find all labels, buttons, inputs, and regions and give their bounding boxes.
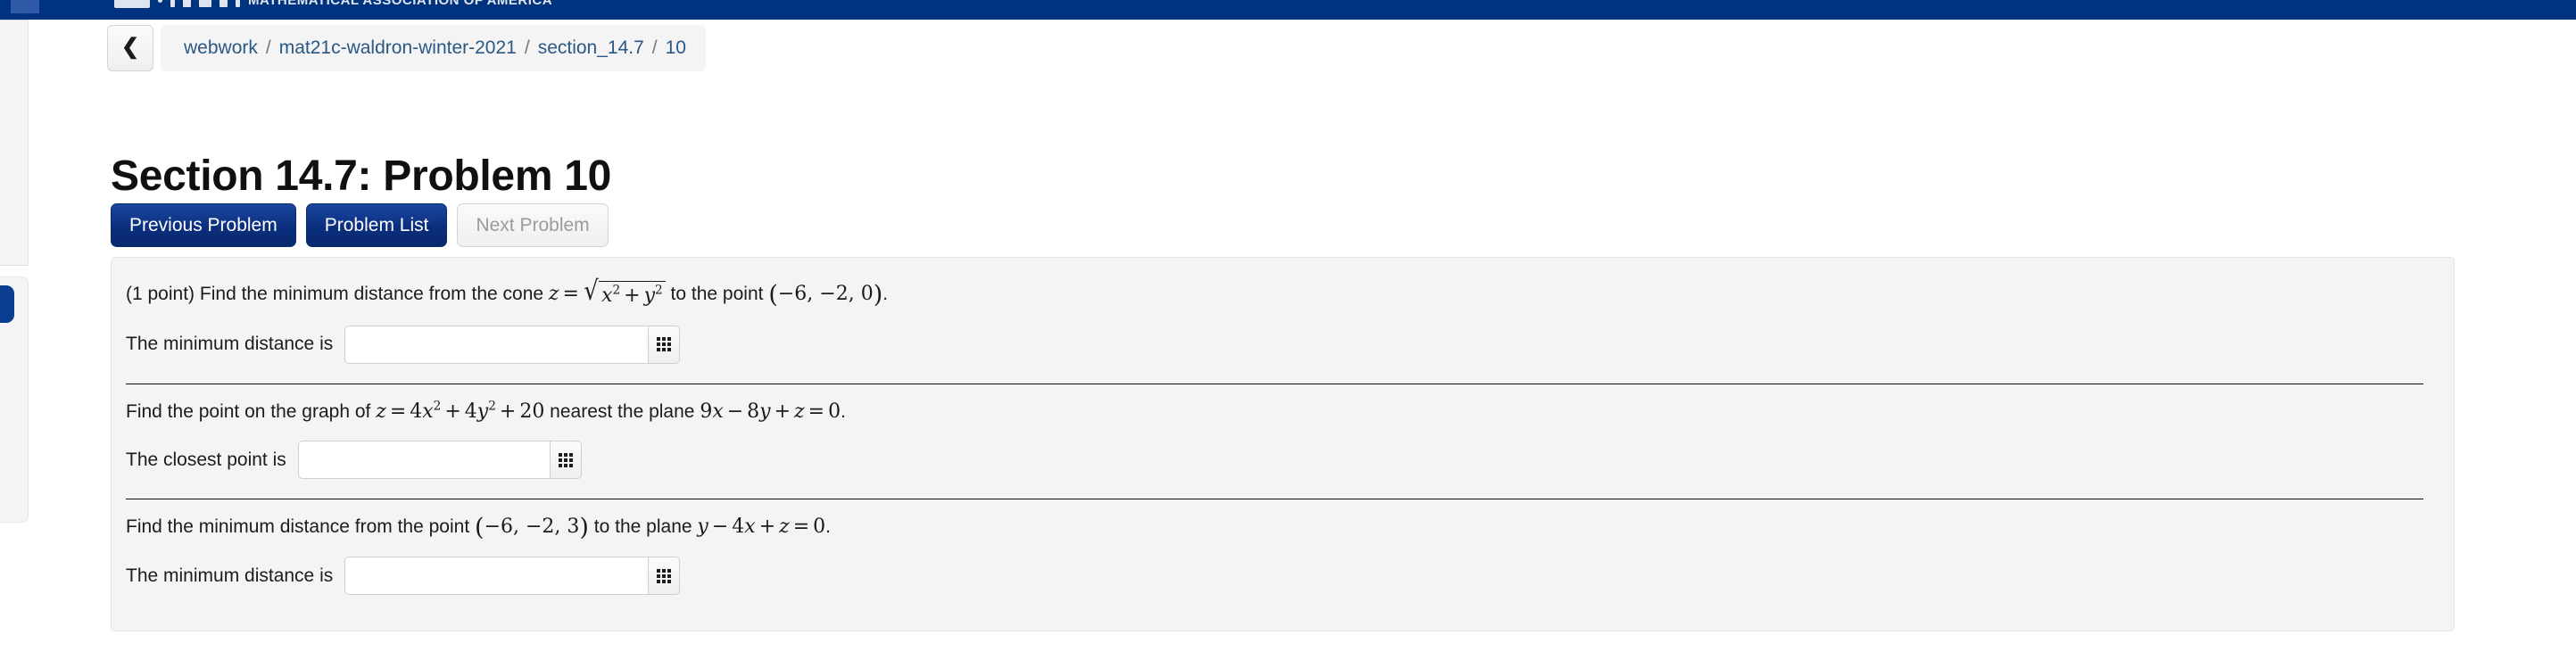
problem-trailing-2: . [841, 400, 846, 422]
breadcrumb-trail: webwork / mat21c-waldron-winter-2021 / s… [161, 25, 706, 71]
keypad-grid-icon [657, 568, 672, 583]
logo-bar-icon [170, 0, 175, 7]
breadcrumb: ❮ webwork / mat21c-waldron-winter-2021 /… [107, 25, 706, 71]
answer-row-3: The minimum distance is [124, 540, 2439, 596]
page-title: Section 14.7: Problem 10 [111, 153, 612, 201]
answer-label-2: The closest point is [126, 449, 286, 470]
problem-card: (1 point) Find the minimum distance from… [111, 257, 2455, 631]
answer-input-group-1 [344, 325, 681, 364]
math-plane-equation-3: y −4x + z = 0 [697, 516, 826, 539]
keypad-button-3[interactable] [648, 557, 681, 596]
answer-label-1: The minimum distance is [126, 334, 334, 355]
logo-bar-icon [199, 0, 211, 7]
logo-bar-icon [236, 0, 240, 7]
problem-text-before-3: Find the minimum distance from the point [126, 516, 470, 538]
chevron-left-icon: ❮ [120, 35, 140, 59]
keypad-button-2[interactable] [549, 441, 582, 480]
answer-row-1: The minimum distance is [124, 309, 2439, 364]
breadcrumb-separator: / [651, 37, 658, 58]
math-target-point-3: (−6, −2, 3) [475, 514, 589, 542]
breadcrumb-item-problem: 10 [665, 37, 686, 58]
breadcrumb-item-course[interactable]: mat21c-waldron-winter-2021 [279, 37, 517, 59]
breadcrumb-item-section[interactable]: section_14.7 [538, 37, 644, 59]
keypad-grid-icon [558, 452, 573, 467]
problem-text-mid-1: to the point [670, 284, 764, 304]
next-problem-button: Next Problem [457, 203, 609, 247]
closest-point-input[interactable] [297, 441, 550, 480]
problem-list-button[interactable]: Problem List [305, 203, 448, 247]
minimum-distance-input-1[interactable] [344, 325, 649, 364]
left-rail-panel-upper [0, 20, 29, 266]
maa-logo-icon [114, 0, 150, 8]
problem-statement-3: Find the minimum distance from the point… [124, 499, 2439, 540]
keypad-button-1[interactable] [648, 325, 681, 364]
previous-problem-button[interactable]: Previous Problem [111, 203, 296, 247]
problem-text-mid-3: to the plane [593, 516, 692, 538]
problem-nav-buttons: Previous Problem Problem List Next Probl… [111, 203, 609, 247]
answer-input-group-2 [297, 441, 582, 480]
math-cone-equation: z = √ x2 + y2 [549, 278, 666, 307]
logo-bar-icon [219, 0, 228, 7]
sidebar-toggle-handle[interactable] [0, 285, 14, 323]
organization-title: MATHEMATICAL ASSOCIATION OF AMERICA [248, 0, 553, 8]
math-surface-equation: z = 4x2 +4y2 +20 [376, 399, 545, 423]
back-button[interactable]: ❮ [107, 25, 153, 71]
keypad-grid-icon [657, 337, 672, 352]
banner-logo-group: MATHEMATICAL ASSOCIATION OF AMERICA [114, 0, 552, 12]
banner-accent-chip [11, 0, 39, 13]
minimum-distance-input-3[interactable] [344, 557, 649, 596]
logo-dot-icon [158, 0, 162, 3]
answer-row-2: The closest point is [124, 425, 2439, 480]
breadcrumb-separator: / [265, 37, 271, 58]
problem-trailing-3: . [825, 516, 832, 538]
problem-text-mid-2: nearest the plane [550, 400, 695, 422]
points-note: (1 point) [126, 284, 195, 304]
problem-trailing-1: . [882, 284, 889, 304]
problem-statement-2: Find the point on the graph of z = 4x2 +4y2… [124, 384, 2439, 425]
answer-input-group-3 [344, 557, 681, 596]
logo-bar-icon [183, 0, 191, 7]
problem-statement-1: (1 point) Find the minimum distance from… [124, 278, 2439, 309]
math-target-point-1: (−6, −2, 0) [768, 281, 883, 309]
breadcrumb-separator: / [524, 37, 530, 58]
problem-text-before-1: Find the minimum distance from the cone [199, 284, 544, 304]
answer-label-3: The minimum distance is [126, 565, 334, 586]
problem-text-before-2: Find the point on the graph of [126, 400, 371, 422]
breadcrumb-item-webwork[interactable]: webwork [184, 37, 258, 59]
math-plane-equation-2: 9x −8y + z = 0 [700, 400, 841, 423]
site-banner: MATHEMATICAL ASSOCIATION OF AMERICA [0, 0, 2576, 20]
